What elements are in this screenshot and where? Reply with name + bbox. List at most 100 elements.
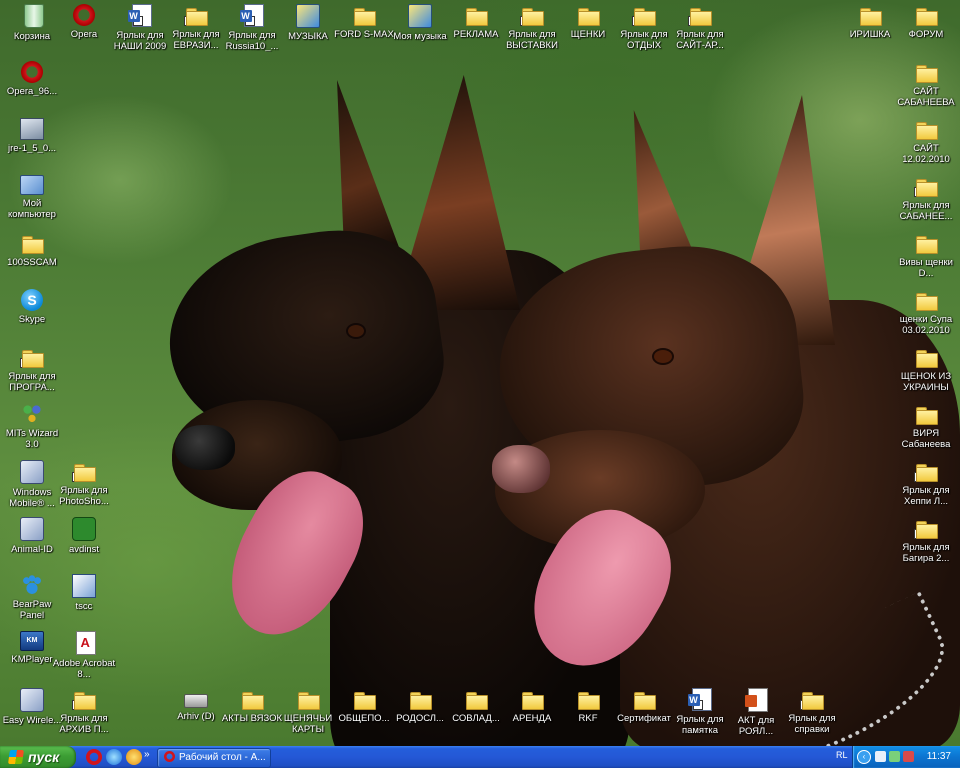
desktop-icon-label: СОВЛАД... <box>452 713 500 724</box>
desktop-icon-irishka[interactable]: ИРИШКА <box>838 2 902 54</box>
desktop-icon-russia10[interactable]: ↗ Ярлык для Russia10_... <box>220 2 284 54</box>
desktop-icon-label: Ярлык для ПРОГРА... <box>8 371 56 393</box>
desktop-icon-rodosl[interactable]: РОДОСЛ... <box>388 686 452 738</box>
clock[interactable]: 11:37 <box>927 746 951 768</box>
desktop-icon-reklama[interactable]: РЕКЛАМА <box>444 2 508 54</box>
desktop-icon-arhivd[interactable]: Arhiv (D) <box>164 686 228 738</box>
folder-icon <box>576 4 600 26</box>
desktop-icon-label: Ярлык для ВЫСТАВКИ <box>506 29 558 51</box>
desktop-icon-sertifikat[interactable]: Сертификат <box>612 686 676 738</box>
desktop-icon-ssscam[interactable]: 100SSCAM <box>0 230 64 282</box>
desktop-icon-moyamuzyka[interactable]: Моя музыка <box>388 2 452 54</box>
desktop-icon-opera[interactable]: Opera <box>52 2 116 54</box>
desktop-icon-otdyh[interactable]: ↗ Ярлык для ОТДЫХ <box>612 2 676 54</box>
ie-icon[interactable] <box>106 749 122 765</box>
desktop-icon-label: ФОРУМ <box>908 29 944 40</box>
easy-wireless-icon <box>20 688 44 712</box>
desktop-icon-label: Ярлык для ОТДЫХ <box>620 29 668 51</box>
desktop-icon-label: АРЕНДА <box>512 713 552 724</box>
recycle-bin-icon <box>23 4 44 28</box>
folder-icon <box>296 688 320 710</box>
desktop-icon-arhivp[interactable]: ↗ Ярлык для АРХИВ П... <box>52 686 116 738</box>
folder-icon <box>464 4 488 26</box>
windows-flag-icon <box>8 750 24 764</box>
media-icon[interactable] <box>126 749 142 765</box>
network-icon[interactable] <box>875 751 886 762</box>
desktop-icon-fordsmax[interactable]: FORD S-MAX <box>332 2 396 54</box>
opera-icon <box>21 61 43 83</box>
desktop-icon-acrobat[interactable]: Adobe Acrobat 8... <box>52 629 116 681</box>
desktop-icon-label: Ярлык для АРХИВ П... <box>59 713 109 735</box>
desktop-icon-obshchepo[interactable]: ОБЩЕПО... <box>332 686 396 738</box>
shortcut-arrow-icon: ↗ <box>800 700 810 710</box>
folder-shortcut-icon: ↗ <box>914 460 938 482</box>
desktop-icon-program[interactable]: ↗ Ярлык для ПРОГРА... <box>0 344 64 396</box>
desktop-icon-label: Сертификат <box>617 713 671 724</box>
desktop-icon-label: Skype <box>18 314 46 325</box>
windows-mobile-icon <box>20 460 44 484</box>
opera-icon <box>164 751 175 762</box>
language-indicator[interactable]: RL <box>836 750 848 760</box>
folder-icon <box>464 688 488 710</box>
desktop-icon-jre[interactable]: jre-1_5_0... <box>0 116 64 168</box>
folder-shortcut-icon: ↗ <box>632 4 656 26</box>
quick-launch-expand-button[interactable]: » <box>144 749 150 760</box>
desktop-icon-muzyka[interactable]: МУЗЫКА <box>276 2 340 54</box>
desktop-icon-rkf[interactable]: RKF <box>556 686 620 738</box>
desktop-icon-label: Arhiv (D) <box>177 711 215 722</box>
desktop-icon-sabanee[interactable]: ↗ Ярлык для САБАНЕЕ... <box>894 173 958 225</box>
desktop-icon-supa[interactable]: щенки Супа 03.02.2010 <box>894 287 958 339</box>
desktop-icon-sovlad[interactable]: СОВЛАД... <box>444 686 508 738</box>
shortcut-arrow-icon: ↗ <box>914 529 924 539</box>
desktop-icon-heppi[interactable]: ↗ Ярлык для Хеппи Л... <box>894 458 958 510</box>
folder-icon <box>352 4 376 26</box>
antivirus-icon[interactable] <box>903 751 914 762</box>
start-button[interactable]: пуск <box>0 746 76 768</box>
desktop-icon-label: АКТ для РОЯЛ... <box>737 715 775 737</box>
desktop-icon-label: Opera_96... <box>6 86 58 97</box>
desktop-icon-pamyatka[interactable]: ↗ Ярлык для памятка <box>668 686 732 738</box>
desktop-icon-saitar[interactable]: ↗ Ярлык для САЙТ-АР... <box>668 2 732 54</box>
desktop-icon-arenda[interactable]: АРЕНДА <box>500 686 564 738</box>
desktop-icon-opera96[interactable]: Opera_96... <box>0 59 64 111</box>
desktop-icon-label: ЩЕНКИ <box>570 29 606 40</box>
tray-expand-icon[interactable]: ‹ <box>857 750 871 764</box>
desktop-icon-label: щенки Супа 03.02.2010 <box>899 314 953 336</box>
quick-launch <box>86 749 142 765</box>
desktop-icon-avdinst[interactable]: avdinst <box>52 515 116 567</box>
desktop-icon-mits[interactable]: MITs Wizard 3.0 <box>0 401 64 453</box>
desktop-icon-bagira[interactable]: ↗ Ярлык для Багира 2... <box>894 515 958 567</box>
desktop-icon-virya[interactable]: ВИРЯ Сабанеева <box>894 401 958 453</box>
desktop-icon-shchenkarty[interactable]: ЩЕНЯЧЬИ КАРТЫ <box>276 686 340 738</box>
desktop-icon-vystavki[interactable]: ↗ Ярлык для ВЫСТАВКИ <box>500 2 564 54</box>
avd-install-icon <box>72 517 96 541</box>
desktop-icon-tscc[interactable]: tscc <box>52 572 116 624</box>
shortcut-arrow-icon: ↗ <box>244 16 255 26</box>
desktop[interactable]: КорзинаOpera↗Ярлык для НАШИ 2009↗Ярлык д… <box>0 0 960 746</box>
desktop-icon-photosho[interactable]: ↗ Ярлык для PhotoSho... <box>52 458 116 510</box>
desktop-icon-forum[interactable]: ФОРУМ <box>894 2 958 54</box>
doberman-brown-nose <box>492 445 550 493</box>
desktop-icon-sait1202[interactable]: САЙТ 12.02.2010 <box>894 116 958 168</box>
folder-icon <box>914 4 938 26</box>
desktop-icon-ukrainy[interactable]: ЩЕНОК ИЗ УКРАИНЫ <box>894 344 958 396</box>
desktop-icon-aktroya[interactable]: АКТ для РОЯЛ... <box>724 686 788 738</box>
desktop-icon-saitsab[interactable]: САЙТ САБАНЕЕВА <box>894 59 958 111</box>
folder-icon <box>914 289 938 311</box>
desktop-icon-moycomp[interactable]: Мой компьютер <box>0 173 64 225</box>
desktop-icon-spravki[interactable]: ↗ Ярлык для справки <box>780 686 844 738</box>
desktop-icon-label: tscc <box>75 601 93 612</box>
desktop-icon-evrazi[interactable]: ↗ Ярлык для ЕВРАЗИ... <box>164 2 228 54</box>
desktop-icon-nashi2009[interactable]: ↗ Ярлык для НАШИ 2009 <box>108 2 172 54</box>
desktop-icon-aktyvyazok[interactable]: АКТЫ ВЯЗОК <box>220 686 284 738</box>
opera-icon[interactable] <box>86 749 102 765</box>
tray-app-icon[interactable] <box>889 751 900 762</box>
folder-icon <box>20 232 44 254</box>
desktop-icon-label: МУЗЫКА <box>288 31 328 42</box>
desktop-icon-shchenki[interactable]: ЩЕНКИ <box>556 2 620 54</box>
desktop-icon-skype[interactable]: S Skype <box>0 287 64 339</box>
taskbar-window-button[interactable]: Рабочий стол - А... <box>157 748 271 768</box>
mits-wizard-icon <box>21 403 43 425</box>
shortcut-arrow-icon: ↗ <box>914 187 924 197</box>
desktop-icon-vivy[interactable]: Вивы щенки D... <box>894 230 958 282</box>
